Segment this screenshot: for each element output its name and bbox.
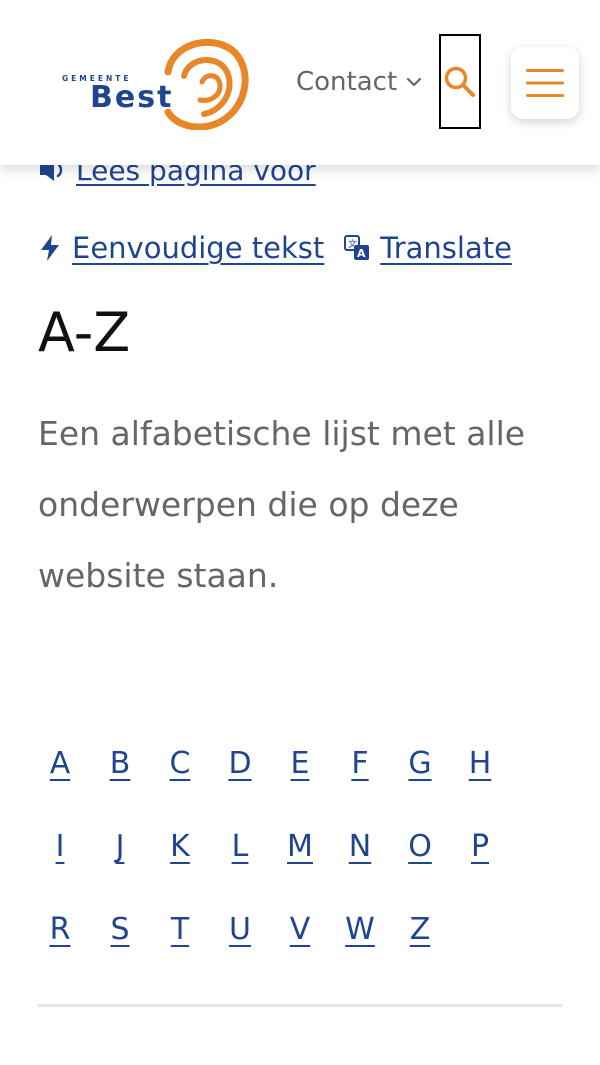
page-title: A-Z	[38, 301, 131, 364]
az-letter-k[interactable]: K	[150, 829, 210, 864]
az-letter-d[interactable]: D	[210, 746, 270, 781]
az-letter-e[interactable]: E	[270, 746, 330, 781]
hamburger-menu-icon	[526, 69, 564, 97]
az-index: A B C D E F G H I J K L M N O P R S T U …	[30, 722, 570, 971]
easy-text-label: Eenvoudige tekst	[72, 231, 325, 265]
page: GEMEENTE Best Contact Lees pagina voor E…	[0, 0, 600, 1065]
site-header: GEMEENTE Best Contact	[0, 0, 600, 165]
easy-text-link[interactable]: Eenvoudige tekst	[38, 231, 324, 265]
svg-text:A: A	[357, 247, 366, 260]
az-row: R S T U V W Z	[30, 888, 570, 971]
az-letter-o[interactable]: O	[390, 829, 450, 864]
chevron-down-icon	[407, 77, 422, 87]
az-letter-p[interactable]: P	[450, 829, 510, 864]
az-letter-b[interactable]: B	[90, 746, 150, 781]
az-letter-i[interactable]: I	[30, 829, 90, 864]
search-icon	[444, 66, 475, 97]
az-letter-f[interactable]: F	[330, 746, 390, 781]
az-letter-t[interactable]: T	[150, 912, 210, 947]
az-letter-g[interactable]: G	[390, 746, 450, 781]
translate-label: Translate	[380, 231, 512, 265]
az-letter-a[interactable]: A	[30, 746, 90, 781]
az-letter-l[interactable]: L	[210, 829, 270, 864]
az-letter-w[interactable]: W	[330, 912, 390, 947]
lightning-icon	[41, 235, 59, 261]
az-letter-c[interactable]: C	[150, 746, 210, 781]
gemeente-best-logo[interactable]: GEMEENTE Best	[60, 36, 250, 130]
az-letter-n[interactable]: N	[330, 829, 390, 864]
az-letter-r[interactable]: R	[30, 912, 90, 947]
search-button[interactable]	[439, 34, 481, 129]
translate-icon: 文 A	[344, 235, 370, 260]
az-row: I J K L M N O P	[30, 805, 570, 888]
logo-text: Best	[90, 80, 174, 115]
az-letter-u[interactable]: U	[210, 912, 270, 947]
translate-link[interactable]: 文 A Translate	[344, 231, 512, 265]
az-letter-m[interactable]: M	[270, 829, 330, 864]
az-letter-j[interactable]: J	[90, 829, 150, 864]
az-letter-h[interactable]: H	[450, 746, 510, 781]
page-tools: Eenvoudige tekst 文 A Translate	[38, 226, 512, 270]
az-letter-z[interactable]: Z	[390, 912, 450, 947]
page-intro: Een alfabetische lijst met alle onderwer…	[38, 414, 526, 595]
az-letter-s[interactable]: S	[90, 912, 150, 947]
az-row: A B C D E F G H	[30, 722, 570, 805]
contact-label: Contact	[296, 67, 398, 97]
az-letter-v[interactable]: V	[270, 912, 330, 947]
menu-button[interactable]	[511, 47, 579, 119]
divider	[38, 1004, 562, 1007]
contact-dropdown[interactable]: Contact	[296, 64, 423, 100]
